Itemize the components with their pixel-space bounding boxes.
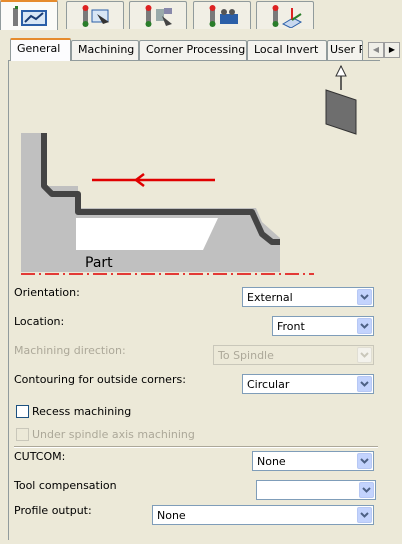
chevron-down-icon[interactable] xyxy=(357,376,372,392)
part-label: Part xyxy=(85,255,113,271)
tab-machining[interactable]: Machining xyxy=(71,40,139,60)
orientation-value: External xyxy=(247,291,293,304)
machining-direction-combo: To Spindle xyxy=(213,345,374,365)
cutcom-combo[interactable]: None xyxy=(252,451,374,471)
under-spindle-label: Under spindle axis machining xyxy=(32,428,195,441)
tab-user-parameters[interactable]: User P xyxy=(327,40,363,60)
chevron-down-icon[interactable] xyxy=(359,482,374,498)
feeds-speeds-icon xyxy=(209,4,238,27)
chevron-down-icon[interactable] xyxy=(357,453,372,469)
recess-region xyxy=(76,218,218,250)
profile-output-value: None xyxy=(157,509,186,522)
chevron-down-icon[interactable] xyxy=(357,507,372,523)
macro-axis-icon xyxy=(272,4,303,28)
icon-tab-general[interactable] xyxy=(0,0,58,30)
location-label: Location: xyxy=(14,315,65,328)
machining-direction-label: Machining direction: xyxy=(14,344,126,357)
profile-output-label: Profile output: xyxy=(14,504,92,517)
orientation-label: Orientation: xyxy=(14,286,80,299)
location-value: Front xyxy=(277,320,305,333)
under-spindle-checkbox xyxy=(16,428,29,441)
icon-tab-feeds[interactable] xyxy=(193,1,251,29)
chevron-down-icon[interactable] xyxy=(357,289,372,305)
icon-tab-tool[interactable] xyxy=(66,1,124,29)
tab-local-invert[interactable]: Local Invert xyxy=(247,40,327,60)
recess-machining-label: Recess machining xyxy=(32,405,132,418)
machining-direction-value: To Spindle xyxy=(218,349,274,362)
separator xyxy=(14,446,378,448)
arrow-left-icon: ◀ xyxy=(372,45,380,54)
cutcom-value: None xyxy=(257,455,286,468)
chevron-down-icon xyxy=(357,347,372,363)
tab-scroll-right-button[interactable]: ▶ xyxy=(384,42,400,58)
tab-scroll-left-button[interactable]: ◀ xyxy=(368,42,384,58)
icon-tab-macro[interactable] xyxy=(256,1,314,29)
start-direction-icon xyxy=(325,64,357,135)
cutcom-label: CUTCOM: xyxy=(14,450,66,463)
tool-compensation-label: Tool compensation xyxy=(14,479,117,492)
tool-assembly-icon xyxy=(145,4,172,27)
contouring-combo[interactable]: Circular xyxy=(242,374,374,394)
icon-tab-assembly[interactable] xyxy=(129,1,187,29)
part-shape xyxy=(21,133,280,272)
orientation-combo[interactable]: External xyxy=(242,287,374,307)
contouring-label: Contouring for outside corners: xyxy=(14,373,186,386)
tab-strip: General Machining Corner Processing Loca… xyxy=(8,38,368,61)
tool-compensation-combo[interactable] xyxy=(256,480,376,500)
machining-tool-icon xyxy=(82,4,109,27)
turning-profile-diagram xyxy=(21,64,357,275)
profile-output-combo[interactable]: None xyxy=(152,505,374,525)
contouring-value: Circular xyxy=(247,378,290,391)
arrow-right-icon: ▶ xyxy=(388,45,396,54)
general-properties-icon xyxy=(13,6,47,26)
location-combo[interactable]: Front xyxy=(272,316,374,336)
chevron-down-icon[interactable] xyxy=(357,318,372,334)
recess-machining-checkbox[interactable] xyxy=(16,405,29,418)
tab-corner-processing[interactable]: Corner Processing xyxy=(139,40,247,60)
tab-general[interactable]: General xyxy=(10,38,71,61)
